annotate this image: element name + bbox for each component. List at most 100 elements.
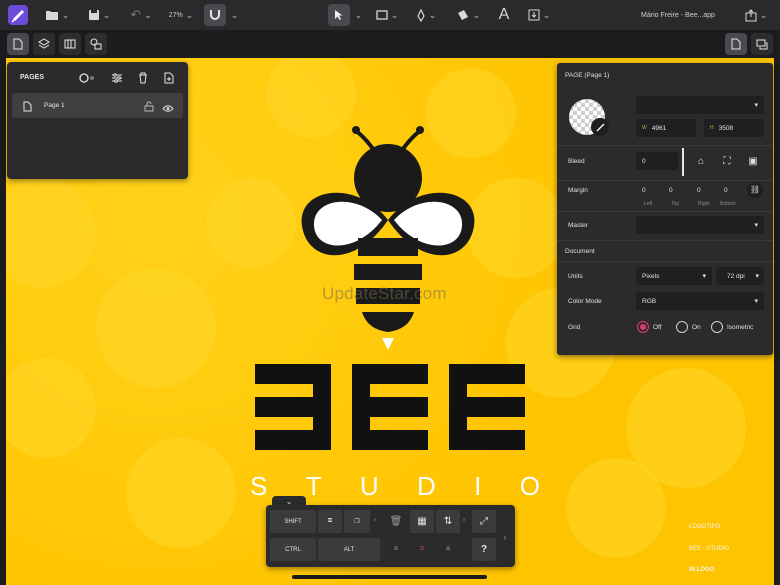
grid-view-icon[interactable]: ▦ [410, 510, 434, 533]
fit-view-icon[interactable]: ⤢ [472, 510, 496, 533]
help-button[interactable]: ? [472, 538, 496, 561]
paste-icon[interactable]: ❐ [344, 510, 370, 533]
page-list-item[interactable]: Page 1 [12, 93, 183, 118]
chevron-down-icon: ▾ [755, 273, 759, 280]
credit-line: LOGOTIPO [689, 524, 721, 530]
grid-label: Grid [568, 324, 581, 331]
layers-panel-tab-icon[interactable] [33, 33, 55, 55]
bleed-label: Bleed [568, 158, 585, 165]
margin-side-label: Bottom [720, 201, 736, 207]
document-title-text: Mário Freire - Bee...app [641, 11, 715, 19]
subtitle-letter: U [359, 471, 379, 501]
margin-left-value: 0 [642, 186, 646, 194]
document-title: Mário Freire - Bee...app [628, 4, 728, 26]
margin-top-value: 0 [669, 186, 673, 194]
pages-panel: PAGES Page 1 [7, 62, 188, 179]
grid-option-label: On [692, 324, 701, 331]
pointer-options-chevron-icon[interactable]: ⌄ [352, 4, 363, 26]
margin-label: Margin [568, 187, 588, 194]
fill-tool-icon[interactable]: ⌄ [452, 4, 484, 26]
document-properties-panel: PAGE (Page 1) ▾ W 4961 H 3508 Bleed 0 ⌂ … [557, 63, 773, 355]
credit-line: BEE - STUDIO [689, 546, 730, 552]
snapping-options-chevron-icon[interactable]: ⌄ [228, 4, 239, 26]
brand-name-graphic[interactable] [255, 364, 527, 450]
library-panel-tab-icon[interactable] [59, 33, 81, 55]
bleed-guides-icon[interactable]: ▣ [743, 152, 763, 170]
boolean-subtract-icon[interactable]: ⧄ [410, 538, 434, 561]
open-folder-icon[interactable]: ⌄ [42, 4, 72, 26]
margin-top-field[interactable]: 0 [663, 181, 687, 199]
units-label: Units [568, 273, 583, 280]
rectangle-tool-icon[interactable]: ⌄ [370, 4, 404, 26]
delete-icon[interactable]: 🗑 [384, 510, 408, 533]
shift-key-label: SHIFT [284, 518, 302, 525]
pages-panel-title: PAGES [20, 74, 44, 81]
width-value: 4961 [651, 124, 667, 132]
ctrl-key-button[interactable]: CTRL [270, 538, 316, 561]
page-fit-icon[interactable]: ⌂ [691, 152, 711, 170]
shift-key-button[interactable]: SHIFT [270, 510, 316, 533]
arrange-order-icon[interactable]: ⇅ [436, 510, 460, 533]
crop-to-bleed-icon[interactable]: ⛶ [717, 152, 737, 170]
bleed-field[interactable]: 0 [636, 152, 678, 170]
margin-right-field[interactable]: 0 [691, 181, 715, 199]
page-icon [23, 99, 32, 117]
units-value: Pixels [642, 272, 660, 280]
unlock-icon[interactable] [144, 99, 154, 117]
paste-options-chevron-icon[interactable]: ^ [370, 510, 380, 533]
text-tool-icon[interactable]: A [494, 4, 514, 26]
pointer-tool-icon[interactable] [328, 4, 350, 26]
delete-page-icon[interactable] [135, 70, 151, 86]
app-menu-icon[interactable] [6, 4, 30, 26]
document-panel-tab-icon[interactable] [725, 33, 747, 55]
undo-icon[interactable]: ↶ ⌄ [126, 4, 156, 26]
chevron-down-icon: ⌄ [472, 9, 481, 20]
units-select[interactable]: Pixels ▾ [636, 267, 712, 285]
master-select[interactable]: ▾ [636, 216, 764, 234]
margin-bottom-field[interactable]: 0 [718, 181, 742, 199]
divider [557, 211, 773, 212]
shapes-panel-tab-icon[interactable] [85, 33, 107, 55]
pages-panel-tab-icon[interactable] [7, 33, 29, 55]
save-icon[interactable]: ⌄ [84, 4, 114, 26]
margin-side-label: Top [671, 201, 680, 207]
width-field[interactable]: W 4961 [636, 119, 696, 137]
grid-on-radio[interactable] [676, 321, 688, 333]
comments-panel-tab-icon[interactable] [751, 33, 773, 55]
arrange-options-chevron-icon[interactable]: ^ [460, 510, 468, 533]
page-thumbnail-toggle-icon[interactable] [79, 70, 95, 86]
bleed-slider-handle[interactable] [682, 148, 684, 176]
link-margins-icon[interactable]: ⛓ [747, 182, 763, 198]
page-preset-select[interactable]: ▾ [636, 96, 764, 114]
chevron-down-icon: ▾ [702, 273, 706, 280]
add-page-icon[interactable] [161, 70, 177, 86]
color-mode-select[interactable]: RGB ▾ [636, 292, 764, 310]
boolean-combine-icon[interactable]: ⧇ [436, 538, 460, 561]
alt-key-label: ALT [343, 546, 355, 553]
import-icon[interactable]: ⌄ [522, 4, 556, 26]
eyedropper-icon[interactable] [591, 118, 609, 136]
dpi-select[interactable]: 72 dpi ▾ [716, 267, 764, 285]
chevron-down-icon: ▾ [754, 222, 758, 229]
expand-bar-chevron-icon[interactable]: › [498, 525, 512, 548]
grid-isometric-radio[interactable] [711, 321, 723, 333]
chevron-down-icon: ⌄ [542, 9, 551, 20]
duplicate-icon[interactable]: ⧉ [318, 510, 342, 533]
share-export-icon[interactable]: ⌄ [740, 4, 772, 26]
snapping-magnet-icon[interactable] [204, 4, 226, 26]
height-field[interactable]: H 3508 [704, 119, 764, 137]
visibility-eye-icon[interactable] [162, 100, 174, 118]
grid-off-radio[interactable] [637, 321, 649, 333]
page-name: Page 1 [44, 102, 65, 109]
margin-left-field[interactable]: 0 [636, 181, 660, 199]
subtitle-letter: S [250, 471, 268, 501]
margin-bottom-value: 0 [724, 186, 728, 194]
margin-side-label: Left [644, 201, 653, 207]
ctrl-key-label: CTRL [285, 546, 301, 553]
zoom-control[interactable]: 27% ⌄ [164, 4, 198, 26]
boolean-intersect-icon[interactable]: ⧈ [384, 538, 408, 561]
page-settings-icon[interactable] [109, 70, 125, 86]
bleed-value: 0 [642, 157, 646, 165]
pen-tool-icon[interactable]: ⌄ [412, 4, 440, 26]
alt-key-button[interactable]: ALT [318, 538, 380, 561]
